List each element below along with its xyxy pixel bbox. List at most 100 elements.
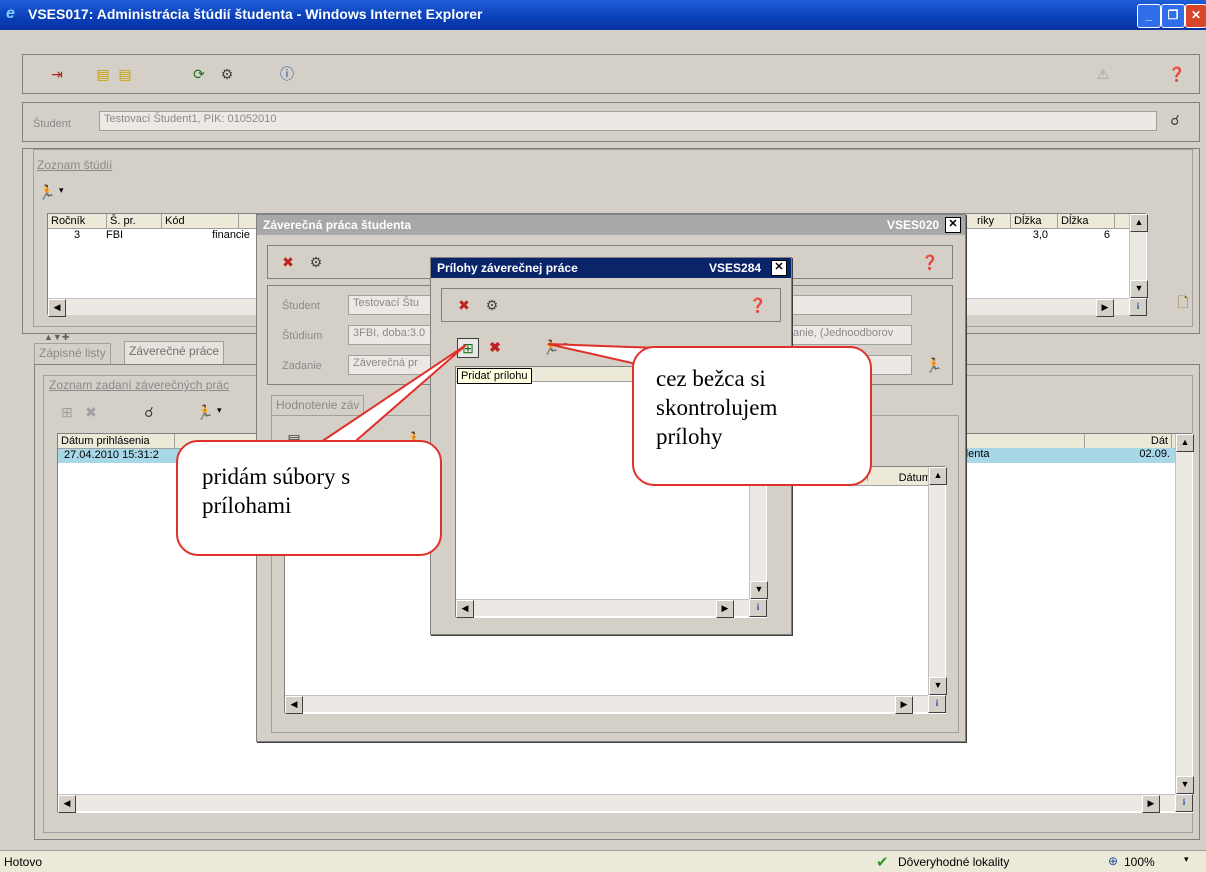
tab-zapisne-listy[interactable]: Zápisné listy	[34, 343, 111, 364]
runner-icon[interactable]: 🏃	[195, 403, 215, 421]
callout-add-files-text: pridám súbory s prílohami	[202, 464, 351, 518]
tools-icon[interactable]: ⚙	[217, 65, 237, 83]
scroll-up-icon[interactable]: ▲	[1130, 214, 1148, 232]
studies-grid-header-right: riky Dĺžka Dĺžka	[974, 214, 1115, 229]
studies-vscroll[interactable]: ▲ ▼	[1129, 214, 1148, 298]
window-title: VSES017: Administrácia štúdií študenta -…	[28, 6, 483, 22]
theses-hscroll[interactable]: ◀ ▶	[58, 794, 1175, 813]
student-field[interactable]: Testovací Študent1, PIK: 01052010	[99, 111, 1157, 131]
search-icon[interactable]: ☌	[1165, 111, 1185, 129]
cancel-icon[interactable]: ✖	[454, 296, 474, 314]
hodnotenie-hscroll[interactable]: ◀ ▶	[285, 695, 928, 714]
callout-check-runner-text: cez bežca si skontrolujem prílohy	[656, 366, 778, 449]
chevron-down-icon[interactable]: ▾	[59, 185, 64, 196]
row-info-icon[interactable]: i	[1175, 794, 1193, 812]
chevron-down-icon[interactable]: ▾	[563, 340, 568, 351]
splitter-arrows-icon[interactable]: ▲▼✚	[44, 332, 69, 343]
ie-icon: e	[6, 5, 15, 22]
print-icon[interactable]: ▤	[93, 65, 113, 83]
add-icon[interactable]: ⊞	[57, 403, 77, 421]
help-icon[interactable]: ❓	[920, 253, 940, 271]
cell-dat: 02.09.	[1139, 448, 1170, 460]
close-icon[interactable]: ✕	[945, 217, 961, 233]
scroll-right-icon[interactable]: ▶	[1142, 795, 1160, 813]
runner-icon[interactable]: 🏃	[37, 183, 57, 201]
scroll-down-icon[interactable]: ▼	[750, 581, 768, 599]
thesis-dialog-titlebar: Záverečná práca študenta VSES020 ✕	[257, 215, 965, 235]
col-nazov[interactable]: a	[958, 434, 1085, 448]
cell-dlzka-1: 3,0	[1032, 229, 1048, 241]
runner-icon[interactable]: 🏃	[541, 338, 561, 356]
scroll-up-icon[interactable]: ▲	[1176, 434, 1194, 452]
row-info-icon[interactable]: i	[1129, 298, 1147, 316]
scroll-left-icon[interactable]: ◀	[58, 795, 76, 813]
tools-icon[interactable]: ⚙	[306, 253, 326, 271]
tab-zaverecne-prace[interactable]: Záverečné práce	[124, 341, 225, 364]
theses-group-label: Zoznam zadaní záverečných prác	[49, 378, 230, 392]
hodnotenie-vscroll[interactable]: ▲ ▼	[928, 467, 947, 695]
zoom-icon[interactable]: ⊕	[1108, 854, 1118, 868]
chevron-down-icon[interactable]: ▾	[217, 405, 222, 416]
info-icon[interactable]: ⓘ	[277, 65, 297, 83]
scroll-up-icon[interactable]: ▲	[929, 467, 947, 485]
status-text: Hotovo	[4, 855, 43, 869]
student-field-tail[interactable]	[788, 295, 912, 315]
thesis-dialog-title: Záverečná práca študenta	[263, 218, 412, 232]
theses-grid-header-right: aDát	[958, 434, 1174, 449]
callout-check-runner: cez bežca si skontrolujem prílohy	[632, 346, 872, 486]
scroll-down-icon[interactable]: ▼	[929, 677, 947, 695]
scroll-right-icon[interactable]: ▶	[895, 696, 913, 714]
theses-row-right: denta 02.09.	[958, 448, 1174, 462]
help-icon[interactable]: ❓	[1167, 65, 1187, 83]
attachments-hscroll[interactable]: ◀ ▶	[456, 599, 749, 618]
row-info-icon[interactable]: i	[928, 695, 946, 713]
callout-add-files: pridám súbory s prílohami	[176, 440, 442, 556]
chevron-down-icon[interactable]: ▾	[1184, 854, 1189, 865]
scroll-right-icon[interactable]: ▶	[716, 600, 734, 618]
col-riky[interactable]: riky	[974, 214, 1011, 228]
refresh-icon[interactable]: ⟳	[189, 65, 209, 83]
row-info-icon[interactable]: i	[749, 599, 767, 617]
tools-icon[interactable]: ⚙	[482, 296, 502, 314]
col-studijny-program[interactable]: Š. pr.	[107, 214, 162, 228]
delete-icon[interactable]: ✖	[485, 338, 505, 356]
print-preview-icon[interactable]: ▤	[115, 65, 135, 83]
window-titlebar: e VSES017: Administrácia štúdií študenta…	[0, 0, 1206, 30]
minimize-button[interactable]: _	[1137, 4, 1161, 28]
warning-icon[interactable]: ⚠	[1093, 65, 1113, 83]
col-dlzka-2[interactable]: Dĺžka	[1058, 214, 1115, 228]
zoom-level[interactable]: 100%	[1124, 855, 1155, 869]
new-document-icon[interactable]: 🗋	[1173, 293, 1193, 311]
col-dlzka-1[interactable]: Dĺžka	[1011, 214, 1058, 228]
scroll-left-icon[interactable]: ◀	[456, 600, 474, 618]
exit-icon[interactable]: ⇥	[47, 65, 67, 83]
add-attachment-icon[interactable]: ⊞	[457, 338, 479, 358]
security-zone[interactable]: Dôveryhodné lokality	[898, 855, 1009, 869]
studium-label: Štúdium	[282, 330, 323, 342]
col-datum[interactable]: Dátum	[868, 471, 935, 485]
scroll-right-icon[interactable]: ▶	[1096, 299, 1114, 317]
cell-program: FBI	[106, 229, 124, 241]
col-rocnik[interactable]: Ročník	[48, 214, 107, 228]
theses-vscroll[interactable]: ▲ ▼	[1175, 434, 1194, 794]
studium-field-tail[interactable]: anie, (Jednoodborov	[788, 325, 912, 345]
tab-hodnotenie[interactable]: Hodnotenie záv	[271, 395, 365, 416]
scroll-left-icon[interactable]: ◀	[48, 299, 66, 317]
col-datum-prihlasenia[interactable]: Dátum prihlásenia	[58, 434, 175, 448]
scroll-down-icon[interactable]: ▼	[1176, 776, 1194, 794]
maximize-button[interactable]: ❐	[1161, 4, 1185, 28]
scroll-down-icon[interactable]: ▼	[1130, 280, 1148, 298]
help-icon[interactable]: ❓	[748, 296, 768, 314]
tooltip: Pridať prílohu	[457, 368, 532, 384]
scroll-left-icon[interactable]: ◀	[285, 696, 303, 714]
delete-icon[interactable]: ✖	[81, 403, 101, 421]
close-button[interactable]: ✕	[1185, 4, 1206, 28]
student-label: Študent	[33, 118, 71, 130]
col-kod[interactable]: Kód	[162, 214, 239, 228]
col-dat[interactable]: Dát	[1085, 434, 1172, 448]
thesis-dialog-code: VSES020	[887, 218, 940, 232]
close-icon[interactable]: ✕	[771, 260, 787, 276]
cancel-icon[interactable]: ✖	[278, 253, 298, 271]
search-icon[interactable]: ☌	[139, 403, 159, 421]
runner-icon[interactable]: 🏃	[924, 356, 944, 374]
